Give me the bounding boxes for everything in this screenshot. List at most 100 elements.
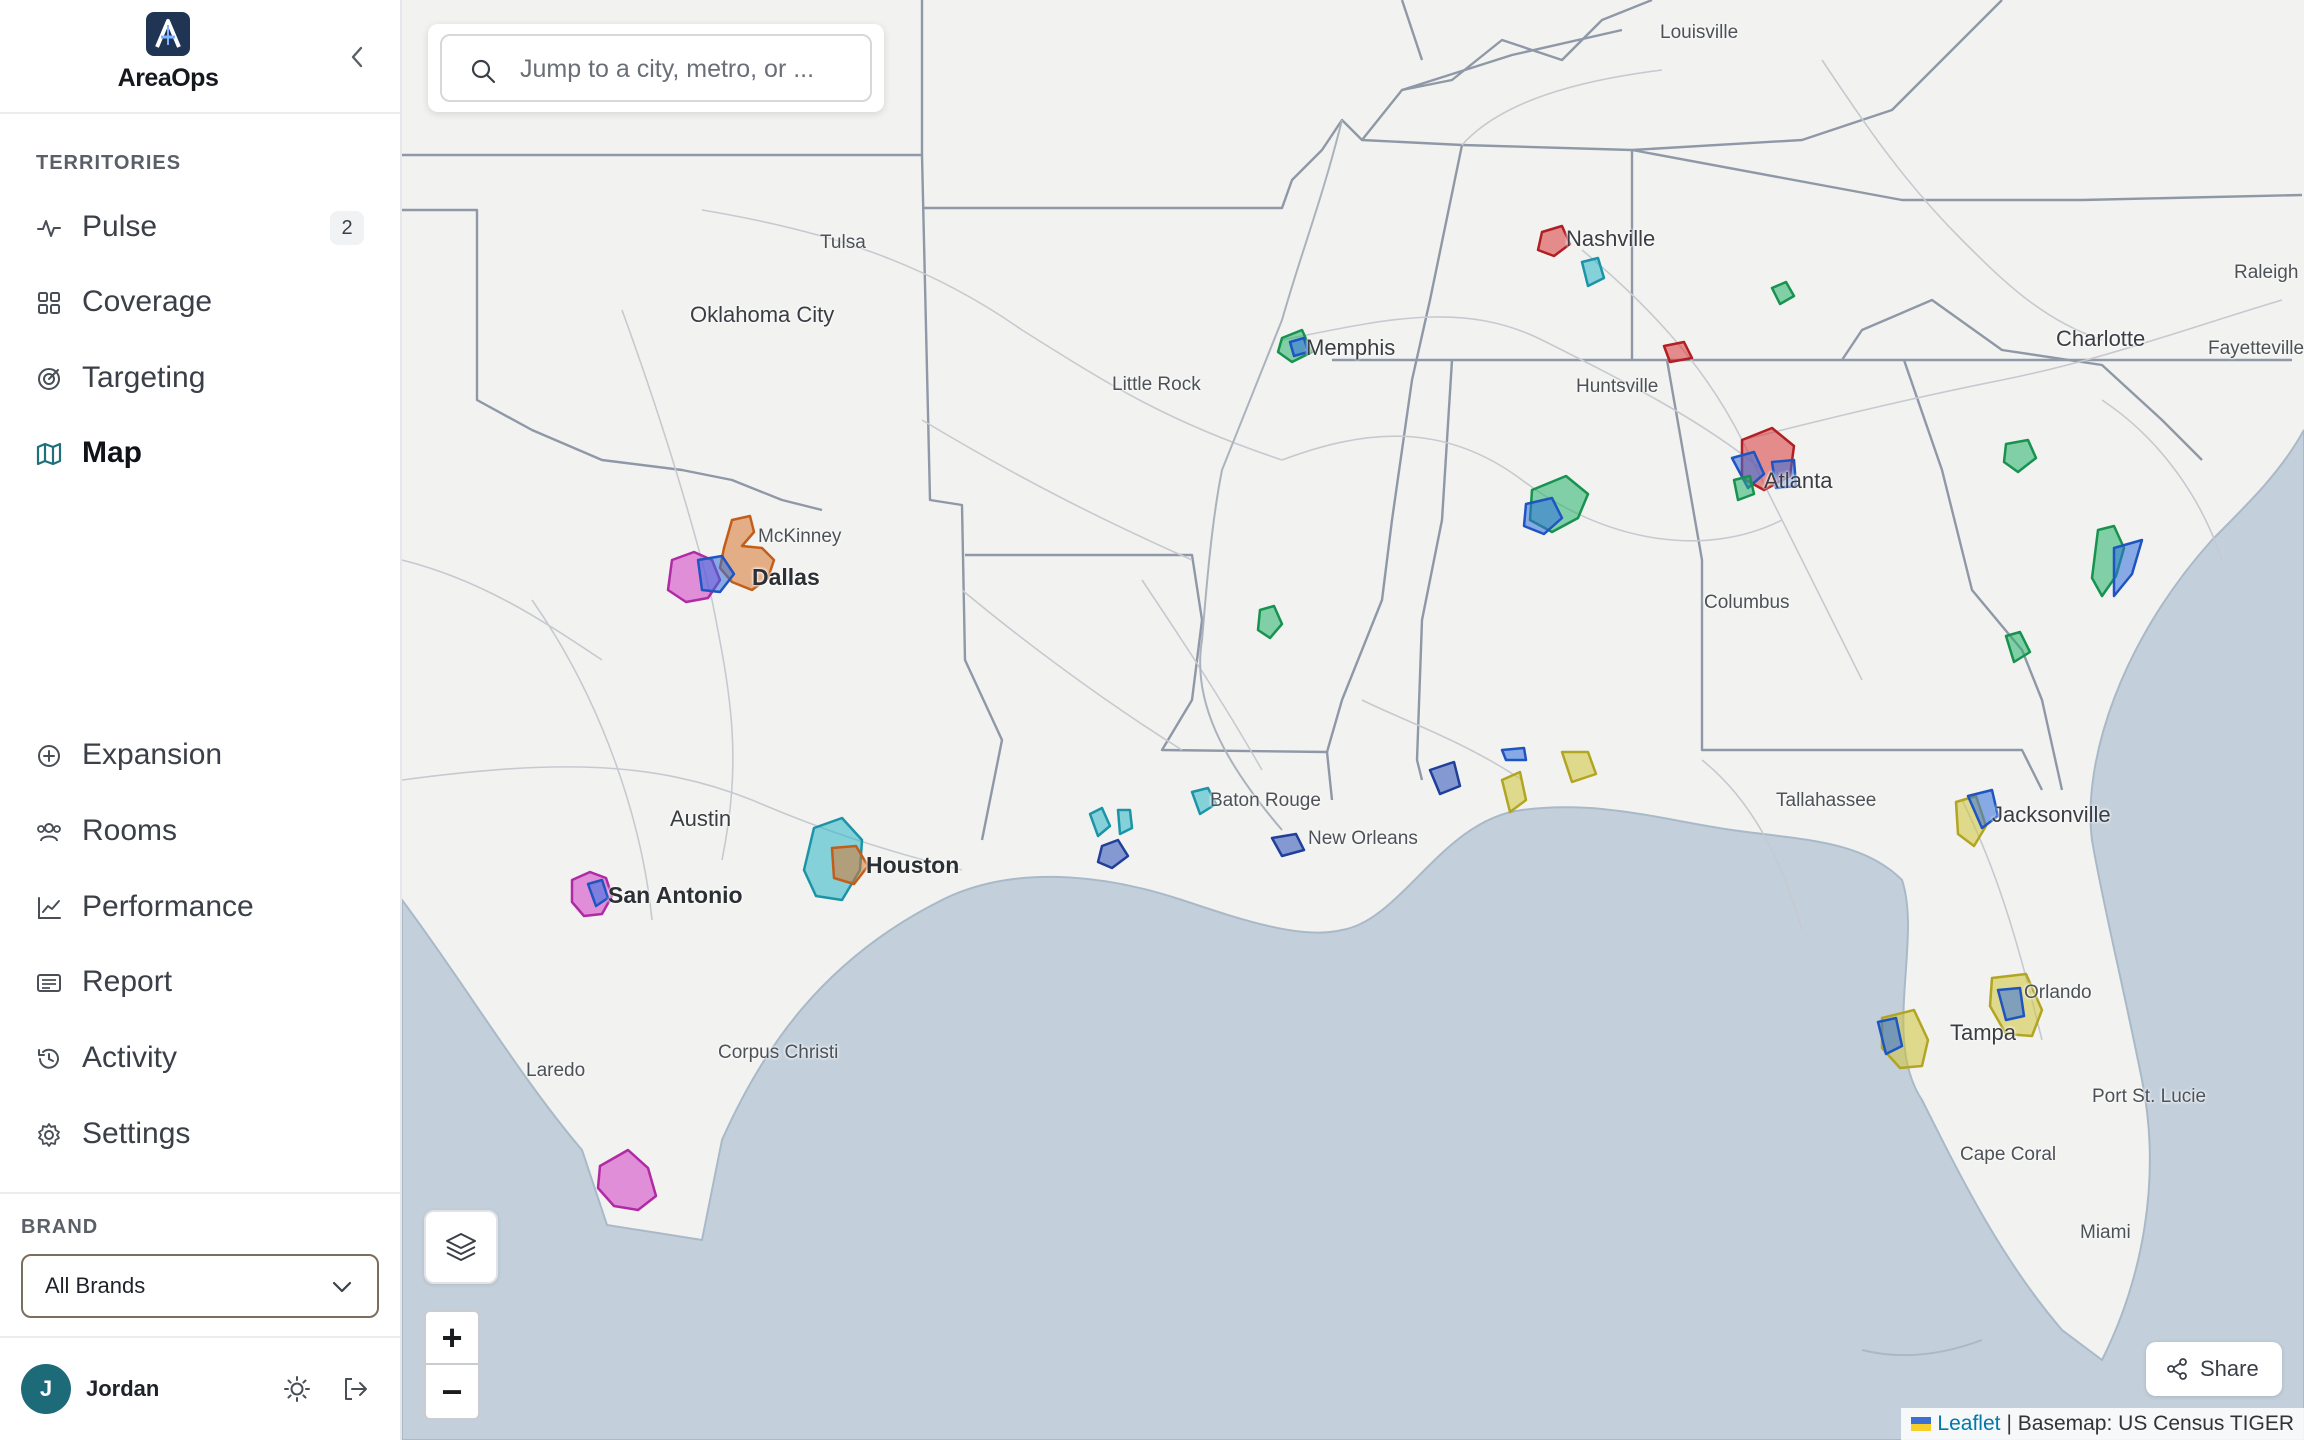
sidebar-item-coverage[interactable]: Coverage <box>0 272 400 332</box>
sidebar-item-label: Settings <box>82 1117 191 1150</box>
territory-new-orleans <box>1270 832 1306 858</box>
territory-houston-orange <box>830 844 870 886</box>
territory-nashville-teal <box>1580 256 1606 288</box>
city-label: Little Rock <box>1112 374 1201 395</box>
city-label: Cape Coral <box>1960 1144 2057 1165</box>
pulse-icon <box>37 220 61 237</box>
sidebar-item-performance[interactable]: Performance <box>0 877 400 937</box>
map-icon <box>36 442 62 466</box>
city-label: San Antonio <box>608 882 743 908</box>
search-box[interactable] <box>440 34 872 102</box>
chevron-left-icon <box>351 46 363 68</box>
app-name: AreaOps <box>117 64 219 92</box>
sidebar-item-label: Pulse <box>82 210 158 243</box>
report-icon <box>37 974 61 992</box>
city-label: Jacksonville <box>1992 802 2111 827</box>
sidebar-item-map[interactable]: Map <box>0 423 400 483</box>
city-label: Louisville <box>1660 22 1739 43</box>
state-boundaries <box>402 0 2303 841</box>
territory-knoxville <box>1770 280 1796 306</box>
city-label: New Orleans <box>1308 828 1418 849</box>
city-label: Baton Rouge <box>1210 790 1321 811</box>
territory-lafayette-teal-2 <box>1116 808 1134 836</box>
target-icon <box>38 368 60 390</box>
sidebar-item-rooms[interactable]: Rooms <box>0 801 400 861</box>
collapse-sidebar-button[interactable] <box>340 40 374 74</box>
basemap-attribution: | Basemap: US Census TIGER <box>2006 1412 2294 1435</box>
brand-select-value: All Brands <box>45 1273 146 1298</box>
sidebar-item-targeting[interactable]: Targeting <box>0 348 400 408</box>
sidebar-item-label: Expansion <box>82 738 223 771</box>
users-icon <box>37 823 61 842</box>
avatar[interactable]: J <box>21 1364 71 1414</box>
share-icon <box>2167 1358 2187 1380</box>
city-label: Oklahoma City <box>690 302 835 327</box>
city-label: Raleigh <box>2234 262 2299 283</box>
sidebar-item-settings[interactable]: Settings <box>0 1104 400 1164</box>
city-label: Port St. Lucie <box>2092 1086 2207 1107</box>
user-name: Jordan <box>86 1376 160 1401</box>
brand-select[interactable]: All Brands <box>21 1254 379 1318</box>
sidebar-item-label: Report <box>82 965 173 998</box>
city-label: Charlotte <box>2056 326 2146 351</box>
leaflet-link[interactable]: Leaflet <box>1937 1412 2000 1436</box>
city-label: Miami <box>2080 1222 2131 1243</box>
city-label: Nashville <box>1566 226 1656 251</box>
user-row: J Jordan <box>0 1340 400 1440</box>
territory-pensacola-blue <box>1500 746 1528 762</box>
gear-icon <box>38 1123 60 1147</box>
sidebar-item-label: Coverage <box>82 285 213 318</box>
city-label: Atlanta <box>1764 468 1833 493</box>
share-label: Share <box>2200 1356 2259 1381</box>
city-label: Corpus Christi <box>718 1042 839 1063</box>
logo-icon <box>155 19 181 48</box>
zoom-in-button[interactable]: + <box>426 1312 478 1365</box>
city-label: Memphis <box>1306 335 1396 360</box>
city-label: Houston <box>866 852 960 878</box>
plus-circle-icon <box>38 745 60 767</box>
territory-lake-charles-blue <box>1096 838 1130 870</box>
sidebar-item-expansion[interactable]: Expansion <box>0 725 400 785</box>
zoom-control: + − <box>424 1310 480 1420</box>
brand-filter-section: BRAND All Brands <box>0 1192 400 1338</box>
map-attribution: Leaflet | Basemap: US Census TIGER <box>1901 1408 2304 1440</box>
city-label: Orlando <box>2024 982 2092 1003</box>
territory-charleston <box>2004 630 2032 664</box>
chevron-down-icon <box>332 1281 352 1293</box>
territory-south-texas <box>596 1148 658 1212</box>
search-input[interactable] <box>520 50 860 88</box>
sidebar-item-activity[interactable]: Activity <box>0 1028 400 1088</box>
sun-icon[interactable] <box>282 1374 312 1404</box>
sidebar-item-label: Performance <box>82 890 254 923</box>
brand-label: BRAND <box>21 1216 99 1238</box>
territory-greenville <box>2002 438 2038 474</box>
city-label: Fayetteville <box>2208 338 2304 359</box>
history-icon <box>38 1048 59 1069</box>
territory-lafayette-teal <box>1088 806 1112 838</box>
chart-line-icon <box>38 897 61 919</box>
sidebar: AreaOps TERRITORIES Pulse 2 Coverage Tar… <box>0 0 402 1440</box>
city-label: Austin <box>670 806 732 831</box>
territory-mobile-yellow <box>1500 770 1528 814</box>
city-label: Tulsa <box>820 232 866 253</box>
city-label: Columbus <box>1704 592 1790 613</box>
sidebar-item-report[interactable]: Report <box>0 952 400 1012</box>
sidebar-item-label: Targeting <box>82 361 206 394</box>
brand-header: AreaOps <box>0 0 400 114</box>
map-canvas[interactable]: Louisville Nashville Raleigh Tulsa Oklah… <box>402 0 2304 1440</box>
share-button[interactable]: Share <box>2146 1342 2282 1396</box>
territory-chattanooga-red <box>1662 340 1694 364</box>
search-icon <box>471 59 496 84</box>
territory-pensacola-yellow <box>1560 750 1598 784</box>
basemap <box>402 0 2304 1440</box>
sidebar-item-pulse[interactable]: Pulse 2 <box>0 197 400 257</box>
sidebar-item-label: Rooms <box>82 814 178 847</box>
logout-icon[interactable] <box>340 1374 370 1404</box>
ukraine-flag-icon <box>1911 1417 1932 1431</box>
zoom-out-button[interactable]: − <box>426 1365 478 1418</box>
search-panel <box>428 24 884 112</box>
layers-button[interactable] <box>424 1210 498 1284</box>
territory-atlanta-green <box>1732 474 1756 502</box>
mississippi-river <box>1199 119 1343 831</box>
layers-icon <box>446 1233 476 1261</box>
